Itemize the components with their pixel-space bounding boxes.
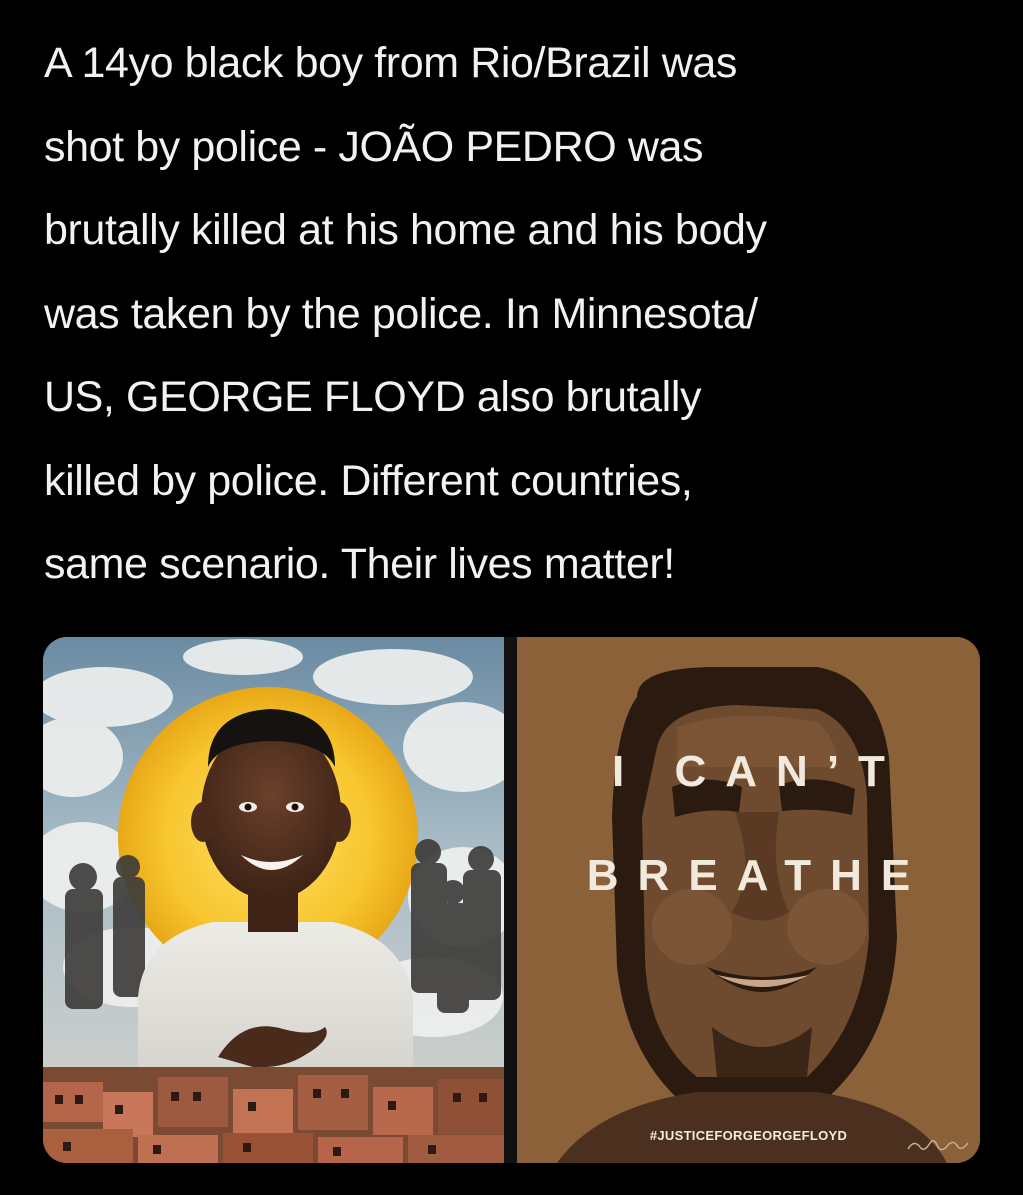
media-grid: I CAN’T BREATHE #JUSTICEFORGEORGEFLOYD (43, 637, 980, 1163)
joao-pedro-illustration (43, 637, 504, 1163)
caption-line-2: BREATHE (586, 851, 930, 900)
tweet-text-line: US, GEORGE FLOYD also brutally (44, 373, 702, 421)
artist-signature-icon (907, 1140, 969, 1151)
joao-pedro-image[interactable] (43, 637, 504, 1163)
tweet-text-line: was taken by the police. In Minnesota/ (44, 289, 758, 338)
tweet-text-line: A 14yo black boy from Rio/Brazil was (44, 39, 738, 87)
tweet-text-line: same scenario. Their lives matter! (44, 540, 675, 588)
caption-line-1: I CAN’T (612, 747, 904, 796)
tweet-text-line: killed by police. Different countries, (44, 456, 693, 505)
tweet-text-line: shot by police - JOÃO PEDRO was (44, 122, 704, 171)
tweet-text-line: brutally killed at his home and his body (44, 206, 767, 254)
george-floyd-image[interactable]: I CAN’T BREATHE #JUSTICEFORGEORGEFLOYD (517, 637, 980, 1163)
tweet-text: A 14yo black boy from Rio/Brazil was sho… (44, 22, 994, 607)
